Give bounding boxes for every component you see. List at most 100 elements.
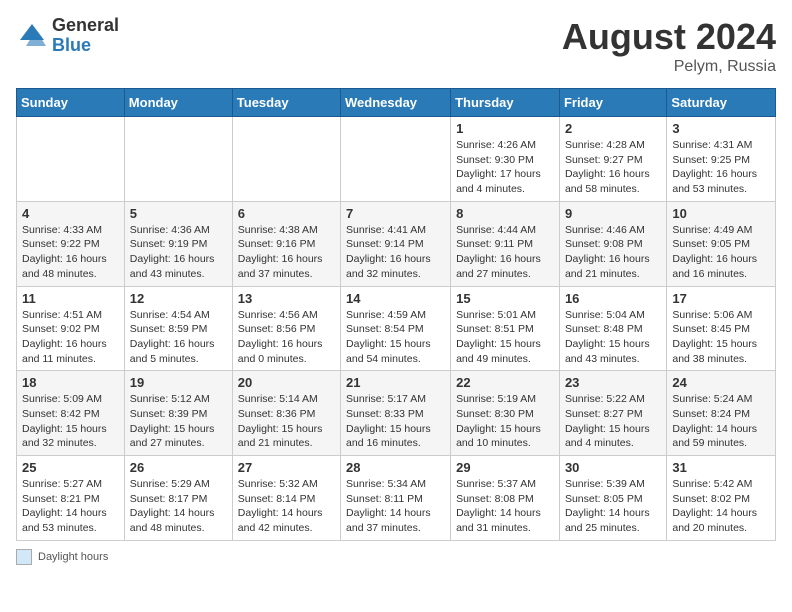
calendar-cell: 17Sunrise: 5:06 AMSunset: 8:45 PMDayligh… [667,286,776,371]
day-detail: Sunrise: 4:54 AMSunset: 8:59 PMDaylight:… [130,308,227,367]
calendar-cell: 27 Sunrise: 5:32 AMSunset: 8:14 PMDayligh… [232,456,340,541]
calendar-table: SundayMondayTuesdayWednesdayThursdayFrid… [16,88,776,541]
day-number: 19 [130,375,227,390]
day-number: 10 [672,206,770,221]
day-number: 9 [565,206,661,221]
calendar-cell: 5 Sunrise: 4:36 AMSunset: 9:19 PMDaylight… [124,201,232,286]
day-detail: Sunrise: 5:42 AMSunset: 8:02 PMDaylight:… [672,477,770,536]
calendar-cell: 3Sunrise: 4:31 AMSunset: 9:25 PMDaylight… [667,117,776,202]
calendar-cell: 7 Sunrise: 4:41 AMSunset: 9:14 PMDaylight… [341,201,451,286]
day-detail: Sunrise: 5:37 AMSunset: 8:08 PMDaylight:… [456,477,554,536]
day-detail: Sunrise: 5:14 AMSunset: 8:36 PMDaylight:… [238,392,335,451]
calendar-cell: 1 Sunrise: 4:26 AMSunset: 9:30 PMDaylight… [451,117,560,202]
day-detail: Sunrise: 5:34 AMSunset: 8:11 PMDaylight:… [346,477,445,536]
calendar-cell: 16Sunrise: 5:04 AMSunset: 8:48 PMDayligh… [559,286,666,371]
month-year-title: August 2024 [562,16,776,58]
day-detail: Sunrise: 5:29 AMSunset: 8:17 PMDaylight:… [130,477,227,536]
day-detail: Sunrise: 5:17 AMSunset: 8:33 PMDaylight:… [346,392,445,451]
day-number: 1 [456,121,554,136]
day-number: 12 [130,291,227,306]
day-detail: Sunrise: 4:33 AMSunset: 9:22 PMDaylight:… [22,223,119,282]
calendar-week-row: 25 Sunrise: 5:27 AMSunset: 8:21 PMDayligh… [17,456,776,541]
day-number: 3 [672,121,770,136]
calendar-cell: 20 Sunrise: 5:14 AMSunset: 8:36 PMDayligh… [232,371,340,456]
day-detail: Sunrise: 5:39 AMSunset: 8:05 PMDaylight:… [565,477,661,536]
day-number: 31 [672,460,770,475]
calendar-cell: 14Sunrise: 4:59 AMSunset: 8:54 PMDayligh… [341,286,451,371]
calendar-cell: 4Sunrise: 4:33 AMSunset: 9:22 PMDaylight… [17,201,125,286]
day-number: 22 [456,375,554,390]
day-detail: Sunrise: 5:06 AMSunset: 8:45 PMDaylight:… [672,308,770,367]
day-detail: Sunrise: 4:44 AMSunset: 9:11 PMDaylight:… [456,223,554,282]
day-detail: Sunrise: 4:51 AMSunset: 9:02 PMDaylight:… [22,308,119,367]
day-detail: Sunrise: 4:41 AMSunset: 9:14 PMDaylight:… [346,223,445,282]
day-number: 18 [22,375,119,390]
day-detail: Sunrise: 4:26 AMSunset: 9:30 PMDaylight:… [456,138,554,197]
logo-blue-text: Blue [52,36,119,56]
column-header-monday: Monday [124,89,232,117]
day-detail: Sunrise: 4:59 AMSunset: 8:54 PMDaylight:… [346,308,445,367]
day-detail: Sunrise: 4:46 AMSunset: 9:08 PMDaylight:… [565,223,661,282]
calendar-cell: 29 Sunrise: 5:37 AMSunset: 8:08 PMDayligh… [451,456,560,541]
day-detail: Sunrise: 5:32 AMSunset: 8:14 PMDaylight:… [238,477,335,536]
column-header-tuesday: Tuesday [232,89,340,117]
calendar-cell: 30 Sunrise: 5:39 AMSunset: 8:05 PMDayligh… [559,456,666,541]
day-detail: Sunrise: 5:09 AMSunset: 8:42 PMDaylight:… [22,392,119,451]
calendar-week-row: 4Sunrise: 4:33 AMSunset: 9:22 PMDaylight… [17,201,776,286]
legend-label: Daylight hours [38,551,108,563]
day-number: 13 [238,291,335,306]
calendar-cell [17,117,125,202]
day-number: 24 [672,375,770,390]
calendar-cell: 22 Sunrise: 5:19 AMSunset: 8:30 PMDayligh… [451,371,560,456]
page-header: General Blue August 2024 Pelym, Russia [16,16,776,76]
calendar-cell: 13 Sunrise: 4:56 AMSunset: 8:56 PMDayligh… [232,286,340,371]
calendar-cell: 23 Sunrise: 5:22 AMSunset: 8:27 PMDayligh… [559,371,666,456]
day-number: 30 [565,460,661,475]
day-detail: Sunrise: 5:24 AMSunset: 8:24 PMDaylight:… [672,392,770,451]
day-number: 8 [456,206,554,221]
calendar-cell: 9 Sunrise: 4:46 AMSunset: 9:08 PMDaylight… [559,201,666,286]
calendar-cell: 12 Sunrise: 4:54 AMSunset: 8:59 PMDayligh… [124,286,232,371]
logo-text: General Blue [52,16,119,56]
column-header-thursday: Thursday [451,89,560,117]
day-detail: Sunrise: 5:22 AMSunset: 8:27 PMDaylight:… [565,392,661,451]
legend: Daylight hours [16,549,776,565]
day-number: 29 [456,460,554,475]
calendar-cell: 18 Sunrise: 5:09 AMSunset: 8:42 PMDayligh… [17,371,125,456]
calendar-header-row: SundayMondayTuesdayWednesdayThursdayFrid… [17,89,776,117]
day-number: 11 [22,291,119,306]
calendar-cell: 31 Sunrise: 5:42 AMSunset: 8:02 PMDayligh… [667,456,776,541]
column-header-wednesday: Wednesday [341,89,451,117]
calendar-cell [341,117,451,202]
logo-icon [16,20,48,52]
day-number: 20 [238,375,335,390]
day-number: 23 [565,375,661,390]
calendar-cell [232,117,340,202]
column-header-sunday: Sunday [17,89,125,117]
day-number: 5 [130,206,227,221]
day-number: 27 [238,460,335,475]
day-detail: Sunrise: 5:19 AMSunset: 8:30 PMDaylight:… [456,392,554,451]
day-detail: Sunrise: 5:27 AMSunset: 8:21 PMDaylight:… [22,477,119,536]
calendar-week-row: 18 Sunrise: 5:09 AMSunset: 8:42 PMDayligh… [17,371,776,456]
day-number: 6 [238,206,335,221]
calendar-cell: 8 Sunrise: 4:44 AMSunset: 9:11 PMDaylight… [451,201,560,286]
day-number: 21 [346,375,445,390]
day-detail: Sunrise: 4:36 AMSunset: 9:19 PMDaylight:… [130,223,227,282]
day-number: 7 [346,206,445,221]
column-header-saturday: Saturday [667,89,776,117]
logo-general-text: General [52,16,119,36]
day-number: 25 [22,460,119,475]
day-detail: Sunrise: 4:56 AMSunset: 8:56 PMDaylight:… [238,308,335,367]
calendar-cell: 11 Sunrise: 4:51 AMSunset: 9:02 PMDayligh… [17,286,125,371]
calendar-cell: 10Sunrise: 4:49 AMSunset: 9:05 PMDayligh… [667,201,776,286]
calendar-cell: 28Sunrise: 5:34 AMSunset: 8:11 PMDayligh… [341,456,451,541]
location-subtitle: Pelym, Russia [562,58,776,76]
calendar-cell: 24 Sunrise: 5:24 AMSunset: 8:24 PMDayligh… [667,371,776,456]
calendar-cell: 21 Sunrise: 5:17 AMSunset: 8:33 PMDayligh… [341,371,451,456]
calendar-cell: 19Sunrise: 5:12 AMSunset: 8:39 PMDayligh… [124,371,232,456]
calendar-week-row: 11 Sunrise: 4:51 AMSunset: 9:02 PMDayligh… [17,286,776,371]
calendar-cell: 15Sunrise: 5:01 AMSunset: 8:51 PMDayligh… [451,286,560,371]
calendar-cell: 25 Sunrise: 5:27 AMSunset: 8:21 PMDayligh… [17,456,125,541]
column-header-friday: Friday [559,89,666,117]
